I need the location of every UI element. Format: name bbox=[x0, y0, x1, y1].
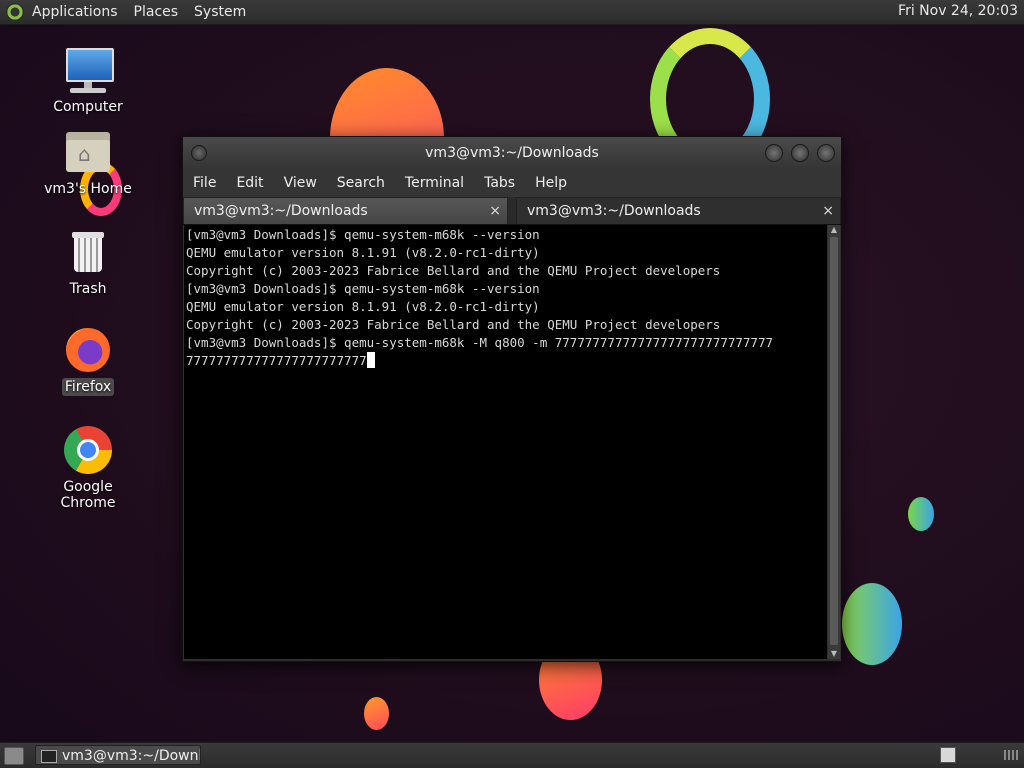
home-folder-icon: ⌂ bbox=[64, 128, 112, 176]
terminal-cursor bbox=[366, 352, 375, 368]
menu-edit[interactable]: Edit bbox=[226, 175, 273, 191]
tab-label: vm3@vm3:~/Downloads bbox=[194, 203, 368, 219]
menu-view[interactable]: View bbox=[274, 175, 327, 191]
terminal-line: Copyright (c) 2003-2023 Fabrice Bellard … bbox=[186, 263, 721, 278]
terminal-output[interactable]: [vm3@vm3 Downloads]$ qemu-system-m68k --… bbox=[184, 225, 827, 659]
distro-logo-icon[interactable] bbox=[6, 3, 24, 21]
terminal-window[interactable]: vm3@vm3:~/Downloads File Edit View Searc… bbox=[182, 136, 842, 662]
terminal-scrollbar[interactable]: ▲ ▼ bbox=[828, 225, 840, 659]
trash-icon bbox=[64, 228, 112, 276]
terminal-line: Copyright (c) 2003-2023 Fabrice Bellard … bbox=[186, 317, 721, 332]
panel-handle-icon[interactable] bbox=[1004, 750, 1018, 760]
menu-search[interactable]: Search bbox=[327, 175, 395, 191]
scroll-up-icon[interactable]: ▲ bbox=[828, 225, 840, 235]
desktop-icon-label: Firefox bbox=[61, 378, 115, 396]
maximize-button[interactable] bbox=[791, 144, 809, 162]
firefox-icon bbox=[64, 326, 112, 374]
window-menu-button[interactable] bbox=[191, 145, 207, 161]
terminal-input-line: 777777777777777777777777 bbox=[186, 352, 827, 370]
chrome-icon bbox=[64, 426, 112, 474]
computer-icon bbox=[64, 46, 114, 94]
desktop-icon-label: Trash bbox=[69, 281, 107, 297]
close-button[interactable] bbox=[817, 144, 835, 162]
terminal-line: [vm3@vm3 Downloads]$ qemu-system-m68k --… bbox=[186, 281, 540, 296]
menu-places[interactable]: Places bbox=[134, 4, 179, 20]
workspace-switcher[interactable] bbox=[940, 747, 956, 763]
tab-label: vm3@vm3:~/Downloads bbox=[527, 203, 701, 219]
show-desktop-icon[interactable] bbox=[4, 747, 24, 765]
tab-close-icon[interactable]: × bbox=[489, 198, 501, 224]
terminal-line: [vm3@vm3 Downloads]$ qemu-system-m68k -M… bbox=[186, 335, 773, 350]
desktop-icon-home[interactable]: ⌂ vm3's Home bbox=[33, 128, 143, 198]
tab-close-icon[interactable]: × bbox=[822, 198, 834, 224]
scroll-down-icon[interactable]: ▼ bbox=[828, 649, 840, 659]
menu-file[interactable]: File bbox=[183, 175, 226, 191]
desktop-icon-firefox[interactable]: Firefox bbox=[33, 326, 143, 396]
desktop-icon-trash[interactable]: Trash bbox=[33, 228, 143, 298]
scrollbar-thumb[interactable] bbox=[830, 237, 838, 645]
terminal-icon bbox=[41, 750, 57, 763]
taskbar-item-terminal[interactable]: vm3@vm3:~/Downl... bbox=[35, 745, 201, 765]
tab-bar: vm3@vm3:~/Downloads × vm3@vm3:~/Download… bbox=[183, 197, 841, 225]
menu-applications[interactable]: Applications bbox=[32, 4, 118, 20]
menu-terminal[interactable]: Terminal bbox=[395, 175, 474, 191]
desktop-icon-label: vm3's Home bbox=[44, 181, 132, 197]
taskbar-item-label: vm3@vm3:~/Downl... bbox=[62, 748, 201, 764]
desktop-icon-label: Google Chrome bbox=[60, 479, 116, 511]
desktop-icon-chrome[interactable]: Google Chrome bbox=[33, 426, 143, 512]
window-titlebar[interactable]: vm3@vm3:~/Downloads bbox=[183, 137, 841, 169]
menu-tabs[interactable]: Tabs bbox=[474, 175, 525, 191]
desktop-icon-computer[interactable]: Computer bbox=[33, 46, 143, 116]
menu-system[interactable]: System bbox=[194, 4, 246, 20]
menu-bar: File Edit View Search Terminal Tabs Help bbox=[183, 169, 841, 197]
desktop-icon-label: Computer bbox=[53, 99, 123, 115]
decor-tiny-bubble bbox=[364, 697, 389, 730]
decor-small-bubble bbox=[908, 497, 934, 531]
decor-green-bubble bbox=[842, 583, 902, 665]
terminal-line: QEMU emulator version 8.1.91 (v8.2.0-rc1… bbox=[186, 245, 540, 260]
terminal-line: QEMU emulator version 8.1.91 (v8.2.0-rc1… bbox=[186, 299, 540, 314]
terminal-line: 777777777777777777777777 bbox=[186, 353, 367, 368]
bottom-panel: vm3@vm3:~/Downl... bbox=[0, 742, 1024, 768]
tab-2[interactable]: vm3@vm3:~/Downloads × bbox=[516, 197, 841, 224]
panel-clock[interactable]: Fri Nov 24, 20:03 bbox=[898, 3, 1018, 19]
minimize-button[interactable] bbox=[765, 144, 783, 162]
terminal-line: [vm3@vm3 Downloads]$ qemu-system-m68k --… bbox=[186, 227, 540, 242]
tab-1[interactable]: vm3@vm3:~/Downloads × bbox=[183, 197, 508, 224]
window-title: vm3@vm3:~/Downloads bbox=[425, 145, 599, 161]
menu-help[interactable]: Help bbox=[525, 175, 577, 191]
top-panel: Applications Places System Fri Nov 24, 2… bbox=[0, 0, 1024, 25]
